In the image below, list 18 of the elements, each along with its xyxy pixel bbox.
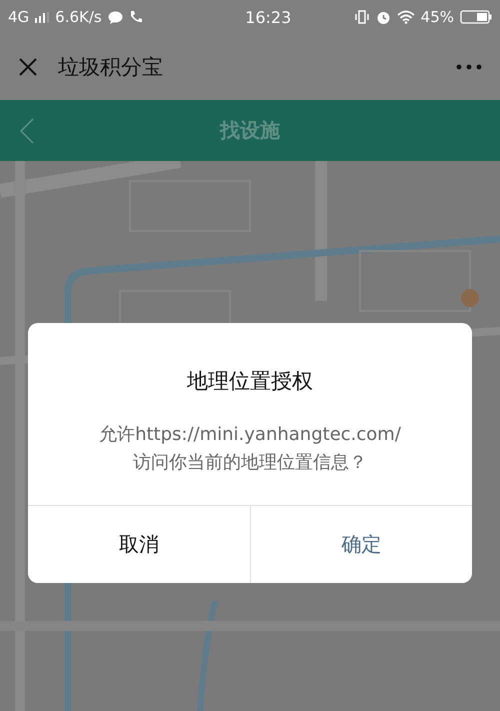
nav-title: 找设施	[218, 117, 281, 144]
dialog-message: 允许https://mini.yanhangtec.com/ 访问你当前的地理位置信息？	[98, 423, 402, 475]
signal-icon	[35, 12, 50, 22]
clock-time: 16:23	[245, 8, 292, 26]
app-title: 垃圾积分宝	[58, 54, 164, 81]
phone-icon	[128, 10, 143, 24]
battery-percent: 45%	[420, 8, 454, 26]
close-icon[interactable]	[18, 57, 38, 77]
battery-icon	[460, 10, 492, 24]
network-type: 4G	[8, 8, 30, 26]
network-speed: 6.6K/s	[55, 8, 102, 26]
cancel-button[interactable]: 取消	[28, 506, 250, 583]
wifi-icon	[396, 10, 415, 24]
alarm-icon	[376, 10, 391, 24]
more-icon[interactable]	[456, 64, 482, 70]
vibrate-icon	[354, 10, 370, 24]
chat-bubble-icon	[108, 10, 123, 24]
dialog-title: 地理位置授权	[186, 368, 314, 395]
